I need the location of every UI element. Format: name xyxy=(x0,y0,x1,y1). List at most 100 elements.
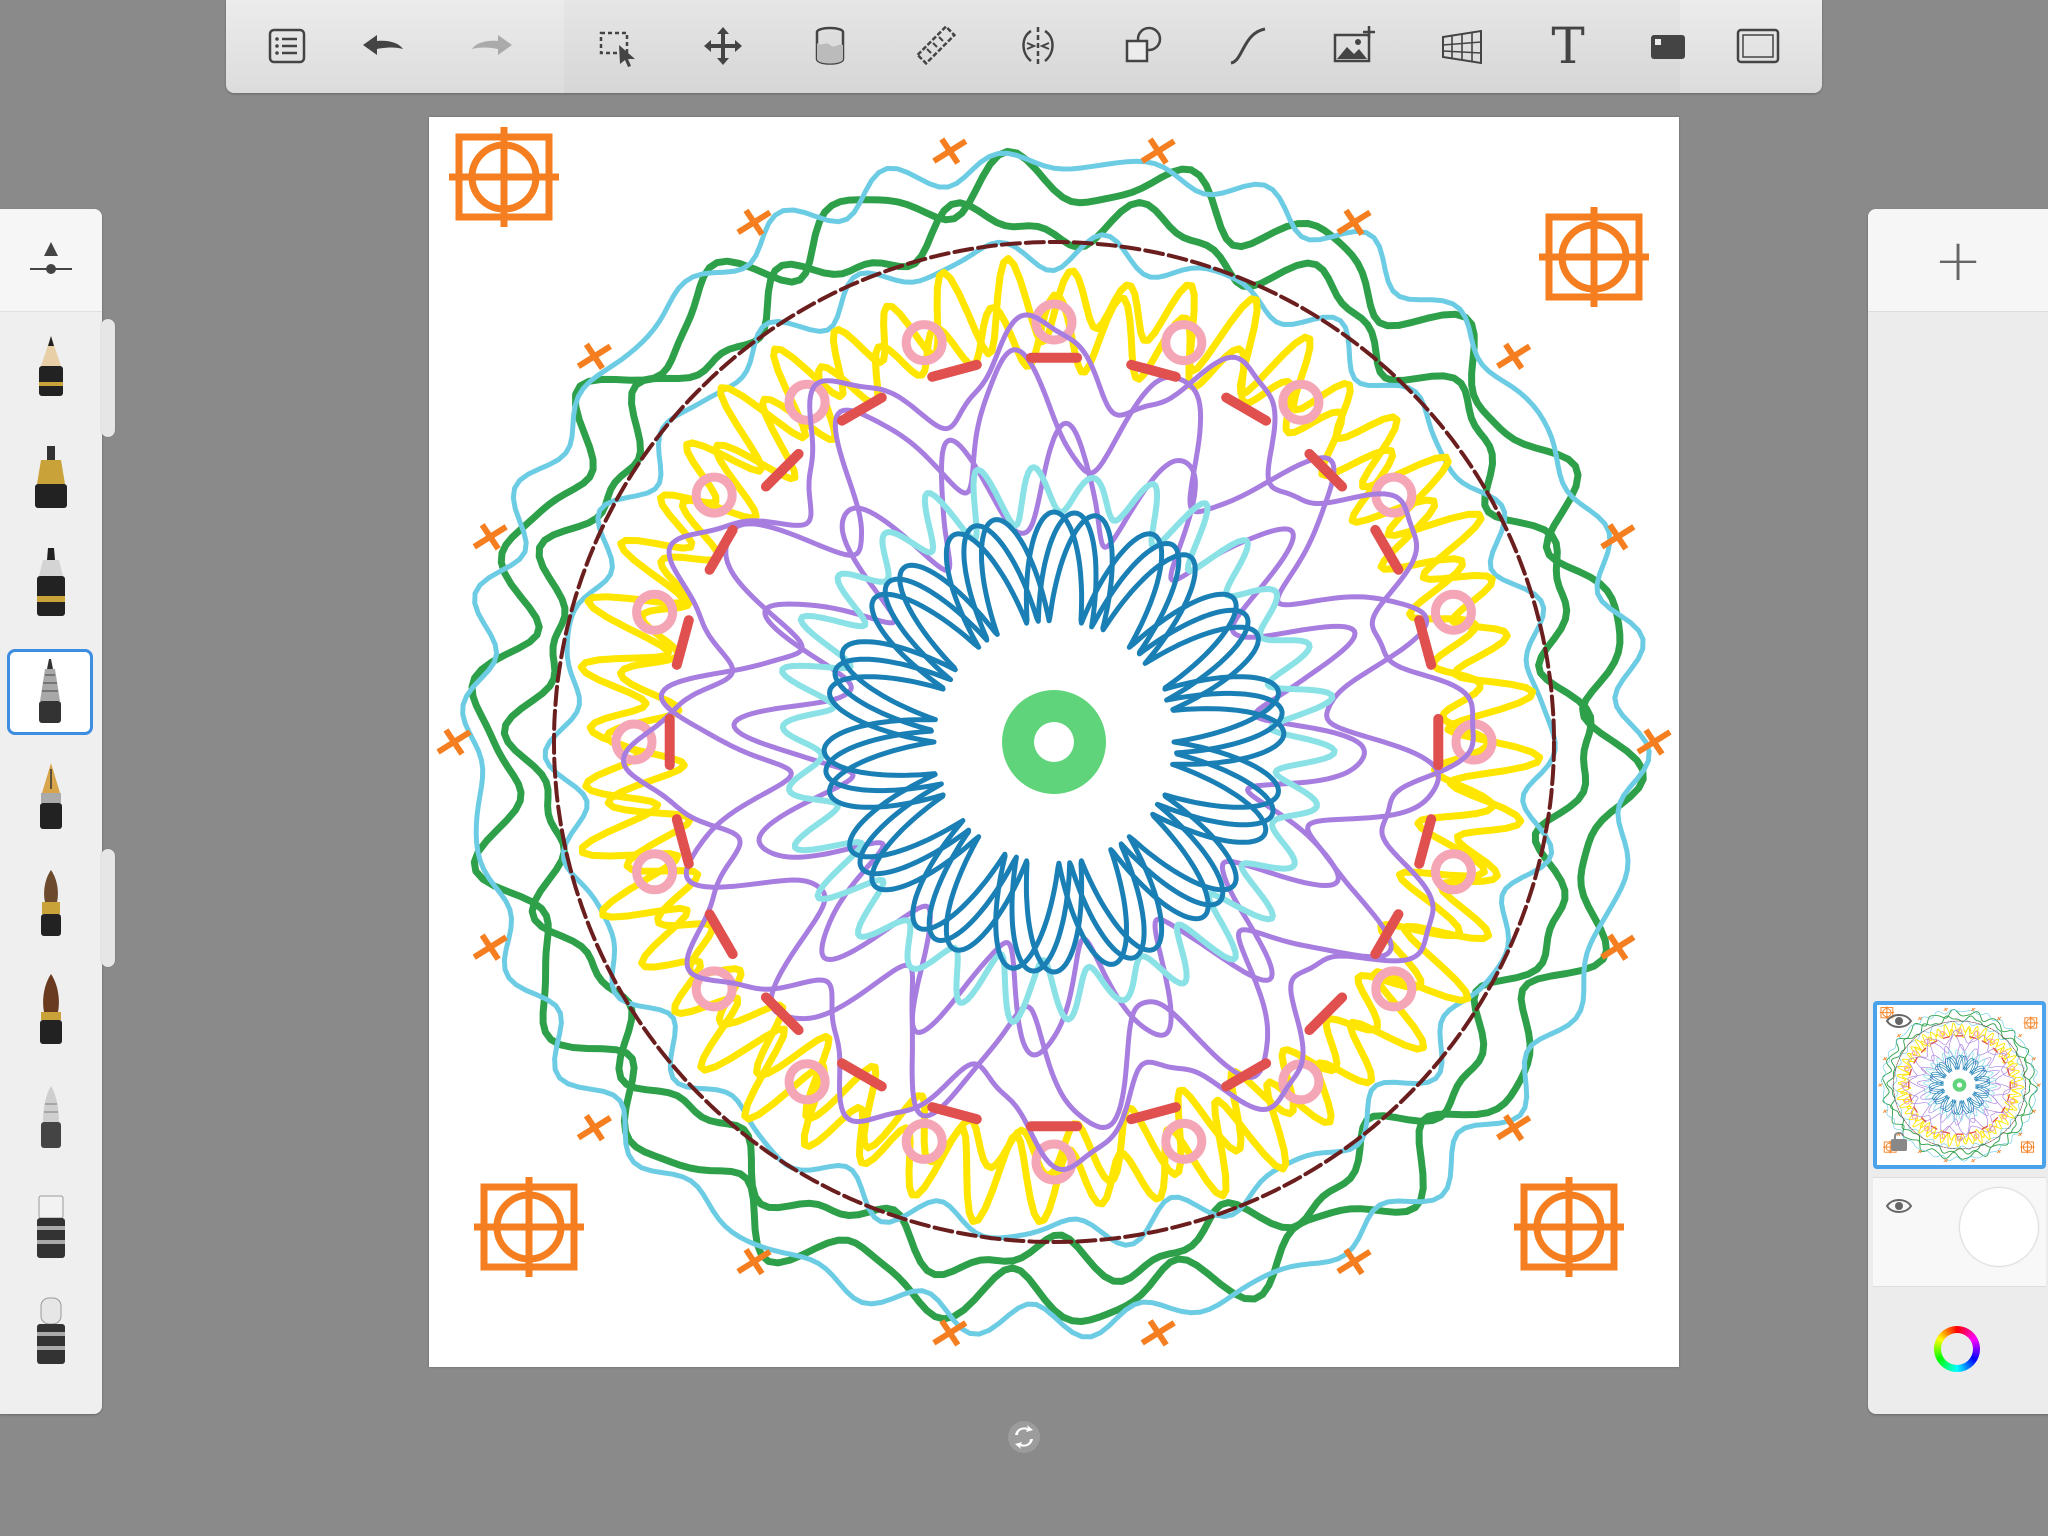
orange-corner-ornament xyxy=(2020,1140,2035,1154)
orange-sprig xyxy=(1877,1083,1883,1087)
fullscreen-button[interactable] xyxy=(1726,14,1790,78)
orange-corner-ornament xyxy=(1539,207,1649,307)
add-image-button[interactable] xyxy=(1323,14,1387,78)
red-dash xyxy=(1920,1117,1927,1123)
undo-arrow-icon xyxy=(363,35,403,55)
red-dash xyxy=(2007,1068,2010,1076)
orange-sprig xyxy=(576,342,612,370)
brush-palette xyxy=(0,209,115,1414)
orange-sprig xyxy=(472,933,508,961)
canvas-toggle-button[interactable] xyxy=(1636,14,1700,78)
orange-sprig xyxy=(1140,137,1176,165)
list-menu-icon xyxy=(268,28,306,64)
fullscreen-icon xyxy=(1736,28,1780,64)
undo-button[interactable] xyxy=(350,14,414,78)
shapes-button[interactable] xyxy=(1112,14,1176,78)
shapes-icon xyxy=(1125,26,1162,63)
orange-sprig xyxy=(1140,1319,1176,1347)
airbrush-icon xyxy=(41,1086,61,1148)
brush-size-slider-handle[interactable] xyxy=(101,319,115,437)
brush-opacity-slider-handle[interactable] xyxy=(101,849,115,967)
ruler-button[interactable] xyxy=(904,14,968,78)
redo-button[interactable] xyxy=(461,14,525,78)
orange-sprig xyxy=(1496,342,1532,370)
rotate-canvas-icon[interactable] xyxy=(1006,1419,1042,1455)
ink-brush[interactable] xyxy=(9,969,93,1053)
fill-button[interactable] xyxy=(797,14,861,78)
red-dash xyxy=(760,992,804,1036)
red-dash xyxy=(927,1102,982,1125)
paintbrush-icon xyxy=(41,870,61,936)
menu-button[interactable] xyxy=(255,14,319,78)
canvas-toggle-icon xyxy=(1651,35,1685,59)
marker-brush[interactable] xyxy=(9,435,93,519)
background-color-thumbnail xyxy=(1960,1188,2038,1266)
orange-sprig xyxy=(2017,1033,2023,1038)
eraser-icon xyxy=(37,1195,65,1258)
orange-corner-ornament xyxy=(2023,1016,2039,1030)
symmetry-button[interactable] xyxy=(1006,14,1070,78)
soft-eraser-icon xyxy=(37,1297,65,1364)
red-dash xyxy=(1969,1131,1977,1134)
layers-panel: + xyxy=(1868,209,2048,1414)
orange-sprig xyxy=(1996,1149,2002,1154)
red-dash xyxy=(927,359,982,382)
ballpoint-pen-brush[interactable] xyxy=(7,649,93,735)
airbrush-brush[interactable] xyxy=(9,1077,93,1161)
curve-icon xyxy=(1230,27,1266,65)
red-dash xyxy=(1414,615,1437,670)
fountain-pen-icon xyxy=(40,763,62,829)
orange-sprig xyxy=(932,1319,968,1347)
paintbrush-brush[interactable] xyxy=(9,863,93,947)
lock-icon[interactable] xyxy=(1887,1129,1911,1153)
brush-properties-button[interactable] xyxy=(0,209,102,312)
red-dash xyxy=(1909,1068,1912,1076)
add-image-icon xyxy=(1333,26,1375,63)
soft-eraser-brush[interactable] xyxy=(9,1289,93,1373)
orange-sprig xyxy=(1943,1158,1949,1163)
orange-corner-ornament xyxy=(474,1177,584,1277)
marker-icon xyxy=(35,446,67,508)
add-layer-button[interactable]: + xyxy=(1868,209,2048,312)
orange-sprig xyxy=(1970,1158,1976,1163)
drawing-canvas[interactable] xyxy=(429,117,1679,1367)
mandala-artwork xyxy=(436,127,1672,1347)
orange-corner-ornament xyxy=(449,127,559,227)
text-button[interactable]: T xyxy=(1536,14,1600,78)
fountain-pen-brush[interactable] xyxy=(9,756,93,840)
eye-icon[interactable] xyxy=(1885,1011,1913,1031)
perspective-button[interactable] xyxy=(1430,14,1494,78)
move-arrows-icon xyxy=(704,27,742,65)
layer-drawing[interactable] xyxy=(1873,1001,2046,1169)
selection-icon xyxy=(599,31,635,67)
transform-button[interactable] xyxy=(691,14,755,78)
pencil-icon xyxy=(39,336,63,396)
orange-sprig xyxy=(1970,1007,1976,1012)
red-dash xyxy=(1942,1131,1950,1134)
brush-size-icon xyxy=(30,242,72,274)
color-wheel-button[interactable] xyxy=(1934,1326,1980,1372)
selection-button[interactable] xyxy=(586,14,650,78)
paint-bucket-icon xyxy=(815,26,845,65)
layer-background[interactable] xyxy=(1873,1177,2046,1287)
symmetry-icon xyxy=(1022,27,1054,65)
stroke-button[interactable] xyxy=(1216,14,1280,78)
eraser-brush[interactable] xyxy=(9,1183,93,1267)
orange-sprig xyxy=(1336,1247,1372,1276)
text-icon: T xyxy=(1551,17,1585,75)
red-dash xyxy=(671,615,694,670)
felt-pen-icon xyxy=(37,548,65,616)
red-dash xyxy=(1126,1102,1181,1125)
pencil-brush[interactable] xyxy=(9,329,93,413)
eye-icon[interactable] xyxy=(1885,1196,1913,1216)
orange-sprig xyxy=(1896,1033,1902,1038)
ruler-icon xyxy=(915,24,957,66)
orange-sprig xyxy=(1943,1007,1949,1012)
top-toolbar: T xyxy=(226,0,1822,93)
perspective-grid-icon xyxy=(1442,29,1482,65)
orange-sprig xyxy=(1882,1056,1888,1061)
ink-brush-icon xyxy=(40,974,62,1044)
felt-pen-brush[interactable] xyxy=(9,543,93,627)
orange-sprig xyxy=(932,137,968,165)
redo-arrow-icon xyxy=(472,35,512,55)
